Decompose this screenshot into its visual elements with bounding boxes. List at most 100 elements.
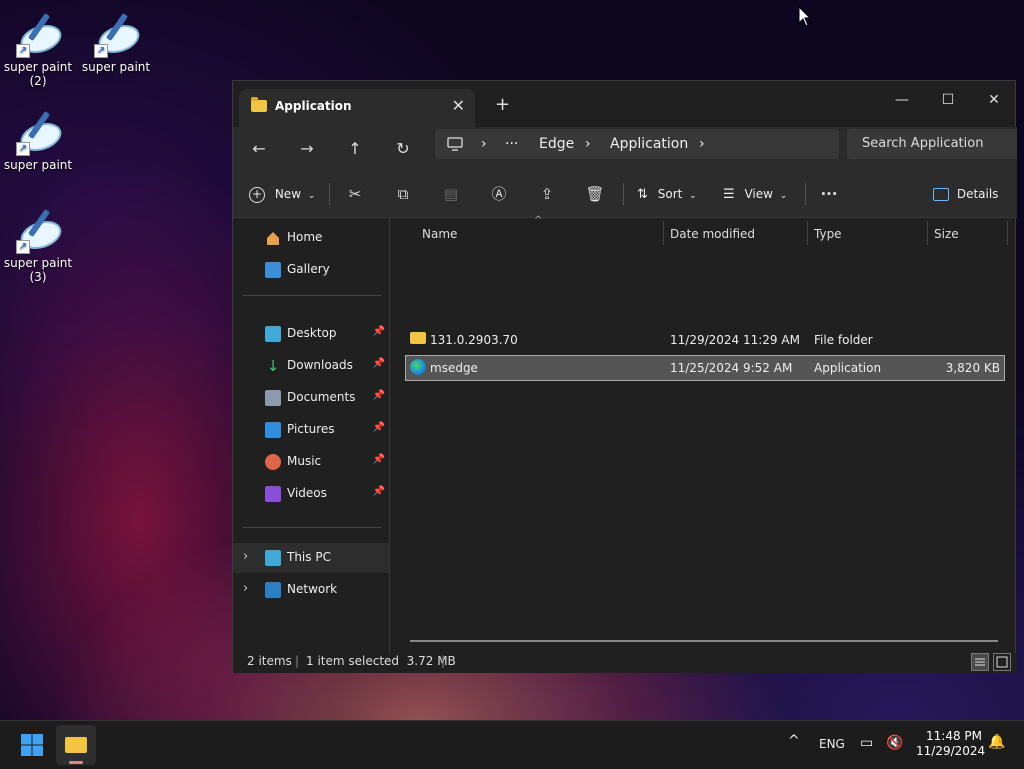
close-tab-button[interactable]: ✕ (452, 96, 465, 115)
show-hidden-icons-button[interactable]: ^ (788, 733, 800, 749)
minimize-button[interactable]: — (879, 85, 925, 115)
view-icon: ☰ (723, 187, 735, 202)
title-bar: Application ✕ + — ☐ ✕ (233, 81, 1015, 127)
close-window-button[interactable]: ✕ (971, 85, 1017, 115)
sort-label: Sort (657, 187, 683, 201)
chevron-right-icon[interactable]: › (243, 581, 248, 596)
paste-icon[interactable]: ▤ (439, 182, 463, 206)
details-button[interactable]: Details (933, 183, 998, 205)
divider (805, 183, 806, 205)
column-header-date[interactable]: Date modified (670, 227, 755, 241)
desktop-icon-super-paint[interactable]: ↗ super paint (0, 110, 76, 172)
sort-button[interactable]: ⇅ Sort ⌄ (637, 183, 697, 205)
new-button[interactable]: + New ⌄ (249, 183, 315, 205)
network-icon (265, 582, 281, 598)
address-bar[interactable]: › ··· Edge › Application › (435, 129, 839, 159)
column-header-size[interactable]: Size (934, 227, 959, 241)
notification-bell-icon[interactable]: 🔔 (988, 734, 1005, 750)
cut-icon[interactable]: ✂ (343, 182, 367, 206)
new-tab-button[interactable]: + (495, 94, 510, 115)
language-indicator[interactable]: ENG (819, 737, 845, 751)
search-box[interactable]: Search Application (847, 129, 1017, 159)
sidebar-item-gallery[interactable]: Gallery (233, 255, 389, 285)
start-button[interactable] (20, 733, 44, 757)
sort-icon: ⇅ (637, 187, 648, 202)
share-icon[interactable]: ⇪ (535, 182, 559, 206)
chevron-right-icon[interactable]: › (699, 136, 705, 152)
pin-icon: 📌 (372, 326, 385, 337)
chevron-right-icon: › (585, 136, 591, 152)
network-status-icon[interactable]: ▭ (860, 735, 873, 751)
edge-icon (410, 359, 426, 375)
file-type: File folder (814, 333, 873, 347)
view-button[interactable]: ☰ View ⌄ (723, 183, 787, 205)
divider (623, 183, 624, 205)
chevron-right-icon: › (481, 136, 487, 152)
details-label: Details (956, 187, 999, 201)
details-view-button[interactable] (971, 653, 989, 671)
column-header-name[interactable]: Name (422, 227, 457, 241)
table-row[interactable]: msedge 11/25/2024 9:52 AM Application 3,… (405, 355, 1005, 381)
column-divider[interactable] (1007, 221, 1008, 245)
table-row[interactable]: 131.0.2903.70 11/29/2024 11:29 AM File f… (406, 328, 1004, 352)
forward-button[interactable]: → (291, 135, 323, 163)
desktop-icon-super-paint-3[interactable]: ↗ super paint (3) (0, 208, 76, 284)
sidebar-item-documents[interactable]: Documents 📌 (233, 383, 389, 413)
sidebar-item-label: Videos (287, 486, 327, 500)
sidebar-item-label: Pictures (287, 422, 335, 436)
clock[interactable]: 11:48 PM 11/29/2024 (916, 729, 985, 759)
column-divider[interactable] (807, 221, 808, 245)
back-button[interactable]: ← (243, 135, 275, 163)
sidebar-item-home[interactable]: Home (233, 223, 389, 253)
breadcrumb-more[interactable]: ··· (505, 136, 518, 152)
copy-icon[interactable]: ⧉ (391, 182, 415, 206)
chevron-down-icon: ⌄ (689, 191, 697, 201)
sidebar-item-pictures[interactable]: Pictures 📌 (233, 415, 389, 445)
delete-icon[interactable]: 🗑 (583, 182, 607, 206)
chevron-right-icon[interactable]: › (243, 549, 248, 564)
breadcrumb-edge[interactable]: Edge (539, 136, 574, 152)
volume-muted-icon[interactable]: 🔇 (886, 735, 903, 751)
folder-icon (251, 97, 267, 112)
command-bar: + New ⌄ ✂ ⧉ ▤ Ⓐ ⇪ 🗑 ⇅ Sort ⌄ ☰ View ⌄ ··… (233, 171, 1017, 218)
divider: | (441, 654, 446, 668)
view-label: View (744, 187, 773, 201)
videos-icon (265, 486, 281, 502)
new-label: New (274, 187, 302, 201)
item-count: 2 items (247, 654, 292, 668)
status-bar: 2 items | 1 item selected 3.72 MB | (233, 653, 1017, 673)
selection-info: 1 item selected 3.72 MB (306, 654, 456, 668)
file-name: 131.0.2903.70 (430, 333, 518, 347)
details-pane-icon (933, 188, 949, 201)
up-button[interactable]: ↑ (339, 135, 371, 163)
horizontal-scrollbar[interactable] (410, 640, 998, 642)
maximize-button[interactable]: ☐ (925, 85, 971, 115)
rename-icon[interactable]: Ⓐ (487, 182, 511, 206)
sidebar-item-network[interactable]: › Network (233, 575, 389, 605)
tiles-view-button[interactable] (993, 653, 1011, 671)
desktop-icon-super-paint[interactable]: ↗ super paint (78, 12, 154, 74)
clock-time: 11:48 PM (926, 729, 982, 743)
column-header-type[interactable]: Type (814, 227, 842, 241)
music-icon (265, 454, 281, 470)
desktop-icon (265, 326, 281, 342)
file-explorer-taskbar-button[interactable] (56, 725, 96, 765)
sidebar-item-desktop[interactable]: Desktop 📌 (233, 319, 389, 349)
pin-icon: 📌 (372, 422, 385, 433)
sidebar-item-downloads[interactable]: ↓ Downloads 📌 (233, 351, 389, 381)
tab-application[interactable]: Application ✕ (239, 89, 475, 127)
sidebar-item-music[interactable]: Music 📌 (233, 447, 389, 477)
column-divider[interactable] (663, 221, 664, 245)
refresh-button[interactable]: ↻ (387, 135, 419, 163)
breadcrumb-application[interactable]: Application (610, 136, 688, 152)
sidebar-item-label: Network (287, 582, 338, 596)
sidebar-item-this-pc[interactable]: › This PC (233, 543, 389, 573)
details-view-icon (975, 658, 985, 666)
sidebar-item-videos[interactable]: Videos 📌 (233, 479, 389, 509)
desktop-icon-super-paint-2[interactable]: ↗ super paint (2) (0, 12, 76, 88)
column-divider[interactable] (927, 221, 928, 245)
file-list: ^ Name Date modified Type Size 131.0.290… (390, 215, 1017, 653)
super-paint-icon: ↗ (14, 110, 65, 156)
gallery-icon (265, 262, 281, 278)
more-options-icon[interactable]: ··· (817, 182, 841, 206)
